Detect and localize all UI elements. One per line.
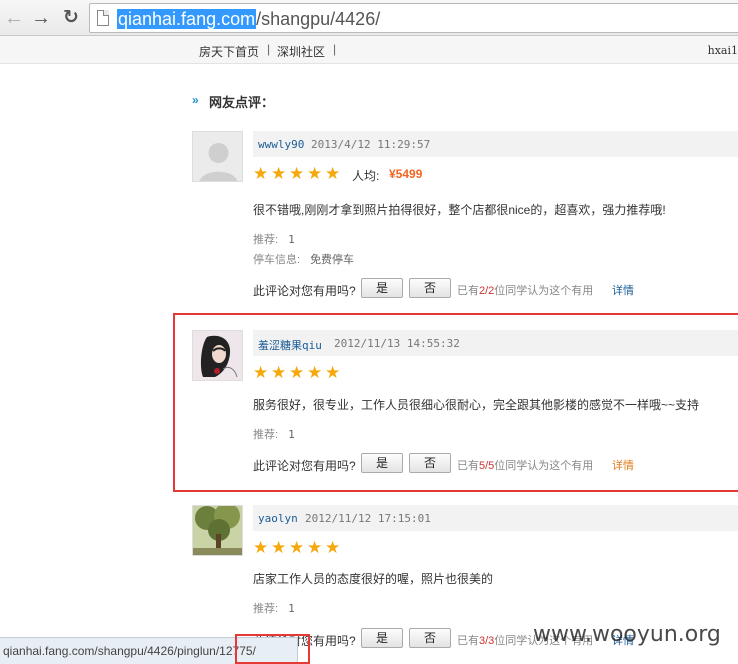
detail-link[interactable]: 详情 <box>612 282 634 298</box>
avatar-tree-icon <box>193 506 242 555</box>
avatar-default[interactable] <box>192 131 243 182</box>
vote-number: 2/2 <box>479 285 495 297</box>
status-url: qianhai.fang.com/shangpu/4426/pinglun/12… <box>3 644 256 658</box>
price-value: ¥5499 <box>389 167 423 181</box>
site-nav: 房天下首页 | 深圳社区 | hxai1 <box>0 36 738 64</box>
comment-text: 店家工作人员的态度很好的喔，照片也很美的 <box>253 572 494 586</box>
watermark: www.wooyun.org <box>533 622 721 647</box>
vote-yes-button[interactable]: 是 <box>361 628 403 648</box>
comment-date: 2012/11/12 17:15:01 <box>305 512 431 525</box>
useful-question: 此评论对您有用吗? <box>253 284 356 298</box>
page: ← → ↻ qianhai.fang.com/shangpu/4426/ 房天下… <box>0 0 738 664</box>
vote-prefix: 已有 <box>457 285 479 297</box>
section-title: 网友点评： <box>209 95 275 110</box>
star-icon: ★ <box>253 164 269 183</box>
star-icon: ★ <box>325 164 341 183</box>
parking-label: 停车信息: <box>253 254 301 266</box>
forward-arrow-icon[interactable]: → <box>30 7 52 29</box>
nav-link-home[interactable]: 房天下首页 <box>199 43 259 60</box>
vote-no-button[interactable]: 否 <box>409 628 451 648</box>
comment-username[interactable]: yaolyn <box>258 512 298 525</box>
star-icon: ★ <box>271 538 287 557</box>
star-icon: ★ <box>289 538 305 557</box>
comment-text: 很不错哦,刚刚才拿到照片拍得很好，整个店都很nice的，超喜欢，强力推荐哦! <box>253 203 666 217</box>
parking-info: 停车信息: 免费停车 <box>253 251 354 267</box>
rating-stars: ★ ★ ★ ★ ★ <box>253 539 343 556</box>
highlight-box <box>173 313 738 492</box>
nav-separator: | <box>333 42 337 56</box>
comment-username[interactable]: wwwly90 <box>258 138 304 151</box>
browser-toolbar: ← → ↻ qianhai.fang.com/shangpu/4426/ <box>0 0 738 36</box>
star-icon: ★ <box>307 164 323 183</box>
recommend-info: 推荐: 1 <box>253 231 295 247</box>
comment-item: wwwly90 2013/4/12 11:29:57 ★ ★ ★ ★ ★ 人均:… <box>192 131 738 301</box>
recommend-value: 1 <box>288 602 295 615</box>
user-name[interactable]: hxai1 <box>708 44 738 57</box>
recommend-label: 推荐: <box>253 603 279 615</box>
comment-header: wwwly90 2013/4/12 11:29:57 <box>253 131 738 157</box>
recommend-label: 推荐: <box>253 234 279 246</box>
address-url[interactable]: qianhai.fang.com/shangpu/4426/ <box>117 9 380 30</box>
back-arrow-icon[interactable]: ← <box>3 7 25 29</box>
vote-prefix: 已有 <box>457 635 479 647</box>
vote-no-button[interactable]: 否 <box>409 278 451 298</box>
highlight-box <box>235 634 310 664</box>
address-bar[interactable]: qianhai.fang.com/shangpu/4426/ <box>89 3 738 33</box>
recommend-info: 推荐: 1 <box>253 600 295 616</box>
star-icon: ★ <box>253 538 269 557</box>
avatar[interactable] <box>192 505 243 556</box>
star-icon: ★ <box>271 164 287 183</box>
comment-header: yaolyn 2012/11/12 17:15:01 <box>253 505 738 531</box>
url-path: /shangpu/4426/ <box>256 9 381 29</box>
reload-icon[interactable]: ↻ <box>60 7 82 29</box>
rating-stars: ★ ★ ★ ★ ★ <box>253 165 343 182</box>
nav-separator: | <box>267 42 271 56</box>
parking-value: 免费停车 <box>310 253 355 266</box>
vote-yes-button[interactable]: 是 <box>361 278 403 298</box>
url-host: qianhai.fang.com <box>117 9 257 29</box>
vote-number: 3/3 <box>479 635 495 647</box>
price-label: 人均: <box>352 169 380 183</box>
nav-link-community[interactable]: 深圳社区 <box>277 43 325 60</box>
vote-count: 已有2/2位同学认为这个有用 <box>457 282 593 298</box>
star-icon: ★ <box>289 164 305 183</box>
vote-suffix: 位同学认为这个有用 <box>494 285 594 297</box>
comment-date: 2013/4/12 11:29:57 <box>311 138 431 151</box>
star-icon: ★ <box>307 538 323 557</box>
star-icon: ★ <box>325 538 341 557</box>
avatar-placeholder-icon <box>193 132 242 181</box>
section-arrow-icon: » <box>192 93 199 107</box>
recommend-value: 1 <box>288 233 295 246</box>
page-icon <box>97 10 109 26</box>
